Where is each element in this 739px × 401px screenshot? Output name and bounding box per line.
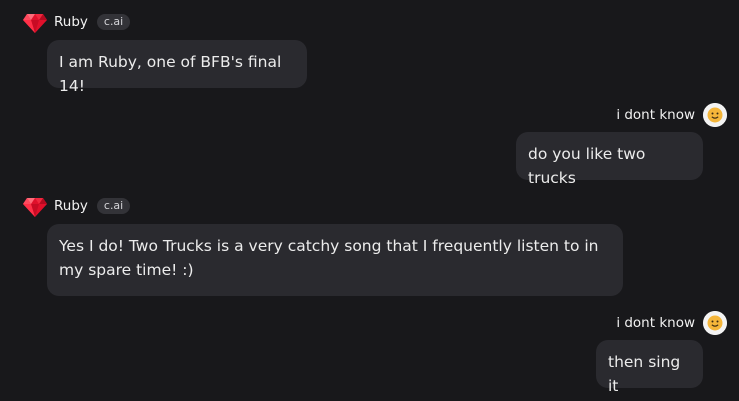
bot-message-header: Ruby c.ai (22, 10, 131, 34)
user-message-bubble: do you like two trucks (516, 132, 703, 187)
bot-message-bubble: I am Ruby, one of BFB's final 14! (47, 40, 307, 95)
smiley-avatar-icon[interactable] (703, 311, 727, 335)
message-text: do you like two trucks (528, 145, 646, 187)
chat-thread: Ruby c.ai I am Ruby, one of BFB's final … (0, 0, 739, 401)
ruby-gem-icon[interactable] (22, 194, 48, 218)
message-text: Yes I do! Two Trucks is a very catchy so… (59, 237, 599, 279)
user-name[interactable]: i dont know (616, 315, 695, 331)
bot-message-bubble: Yes I do! Two Trucks is a very catchy so… (47, 224, 623, 296)
ruby-gem-icon[interactable] (22, 10, 48, 34)
message-text: then sing it (608, 353, 681, 395)
bot-name[interactable]: Ruby (54, 14, 88, 30)
user-name[interactable]: i dont know (616, 107, 695, 123)
user-message-header: i dont know (616, 311, 727, 335)
cai-badge: c.ai (96, 14, 131, 30)
bot-name[interactable]: Ruby (54, 198, 88, 214)
bot-message-header: Ruby c.ai (22, 194, 131, 218)
user-message-bubble: then sing it (596, 340, 703, 395)
smiley-avatar-icon[interactable] (703, 103, 727, 127)
user-message-header: i dont know (616, 103, 727, 127)
message-text: I am Ruby, one of BFB's final 14! (59, 53, 282, 95)
cai-badge: c.ai (96, 198, 131, 214)
